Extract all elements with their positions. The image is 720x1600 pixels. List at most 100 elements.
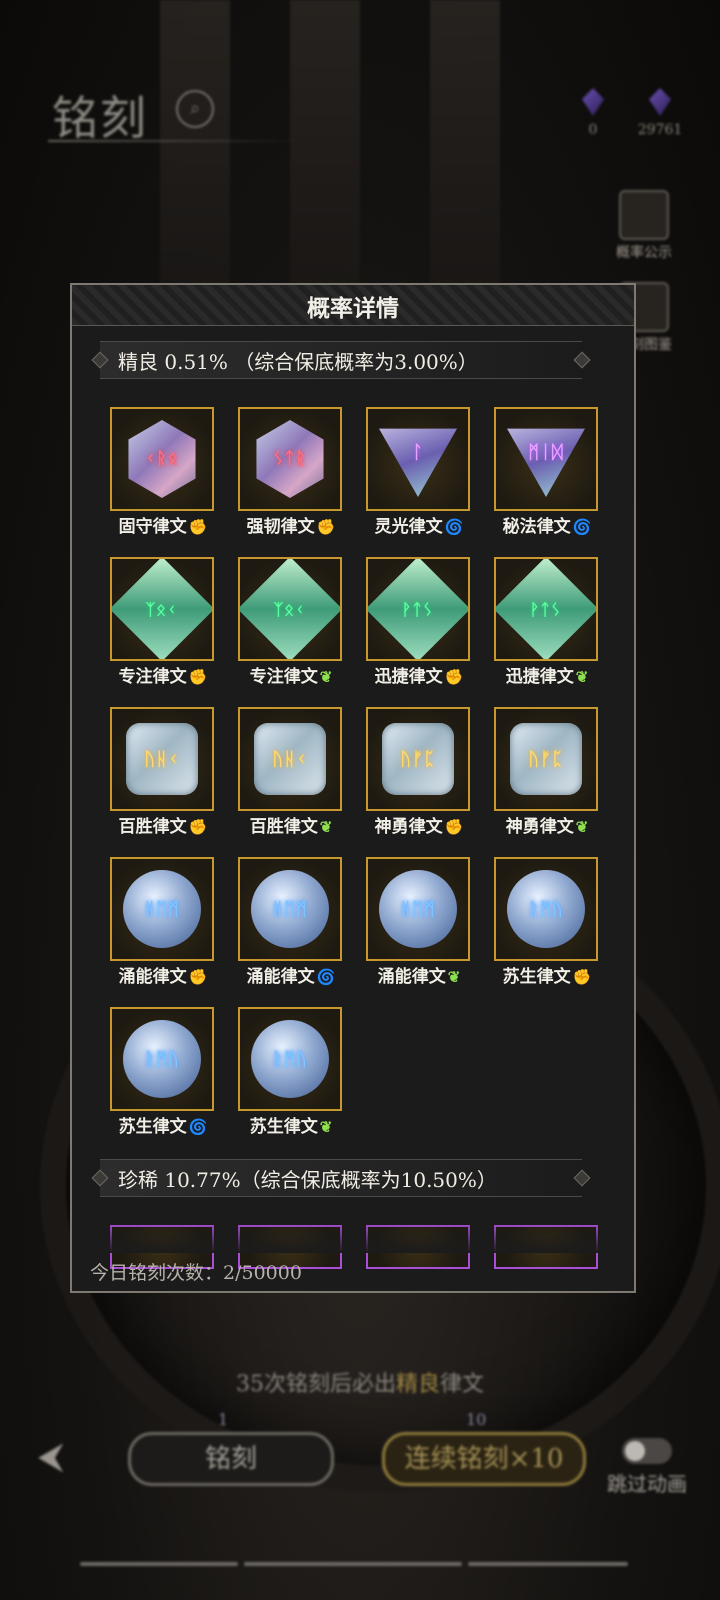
rune-glyph: ᚹᛏᛊ [402,599,434,619]
modal-header: 概率详情 [72,285,634,326]
rune-item[interactable]: ᛉᛟᚲ 专注律文 ✊ [109,557,217,687]
feather-icon: ❦ [575,818,589,836]
currency-value: 0 [588,122,598,138]
rune-glyph: ᚱᛗᚢ [272,1048,308,1070]
fist-icon: ✊ [188,818,208,836]
fist-icon: ✊ [188,668,208,686]
section-rare-banner: 珍稀 10.77%（综合保底概率为10.50%） [100,1159,582,1197]
currency-blue: 29761 [632,88,688,138]
rune-gem-icon: ᚱᛗᚢ [251,1020,329,1098]
section-fine-banner: 精良 0.51% （综合保底概率为3.00%） [100,341,582,379]
rune-item[interactable]: ᛉᛟᚲ 专注律文 ❦ [237,557,345,687]
rune-frame: ᚹᛏᛊ [494,557,598,661]
rune-label: 秘法律文 🌀 [489,512,605,537]
rune-frame: ᚢᚠᛈ [494,707,598,811]
section-rare-label: 珍稀 10.77%（综合保底概率为10.50%） [118,1168,497,1192]
rune-item[interactable]: ᚢᚠᛈ 神勇律文 ❦ [493,707,601,837]
rune-name: 专注律文 [249,667,318,687]
feather-icon: ❦ [447,968,461,986]
rune-item[interactable]: ᚱᛗᚢ 苏生律文 ❦ [237,1007,345,1137]
fist-icon: ✊ [444,818,464,836]
rune-glyph: ᚱᛗᚢ [528,898,564,920]
inscribe-10-button[interactable]: 连续铭刻×10 [382,1432,586,1486]
rune-glyph: ᛉᛟᚲ [274,599,306,619]
pity-hint-prefix: 35次铭刻后必出 [235,1372,396,1397]
rune-gem-icon: ᚹᛏᛊ [368,559,468,659]
probability-button[interactable]: 概率公示 [606,190,682,262]
feather-icon: ❦ [319,818,333,836]
back-arrow-icon[interactable]: ⮜ [38,1436,64,1478]
rune-name: 神勇律文 [505,817,574,837]
rune-gem-icon: ᛉᛟᚲ [240,559,340,659]
rune-gem-icon: ᚱᛗᚢ [123,1020,201,1098]
rune-glyph: ᚻᛖᛗ [400,898,436,920]
daily-inscribe-count: 今日铭刻次数：2/50000 [90,1262,302,1284]
rune-item[interactable]: ᚻᛖᛗ 涌能律文 ❦ [365,857,473,987]
skip-animation-toggle[interactable] [622,1438,672,1464]
rune-item[interactable]: ᛗᛁᛞ 秘法律文 🌀 [493,407,601,537]
rune-label: 苏生律文 ❦ [233,1112,349,1137]
rune-label: 百胜律文 ✊ [105,812,221,837]
probability-modal: 概率详情 精良 0.51% （综合保底概率为3.00%） ᚲᚱᛟ 固守律文 ✊ ᛊᛏᚱ… [70,283,636,1293]
rune-frame: ᚱᛗᚢ [238,1007,342,1111]
probability-icon [619,190,669,240]
rune-item[interactable]: ᚲᚱᛟ 固守律文 ✊ [109,407,217,537]
rune-item[interactable]: ᚱᛗᚢ 苏生律文 ✊ [493,857,601,987]
rune-item[interactable]: ᚻᛖᛗ 涌能律文 ✊ [109,857,217,987]
rune-name: 涌能律文 [377,967,446,987]
single-cost: 1 [218,1410,229,1429]
rune-gem-icon: ᚲᚱᛟ [128,420,196,498]
rune-glyph: ᚢᚺᚲ [272,748,308,770]
rune-item[interactable]: ᚢᚺᚲ 百胜律文 ❦ [237,707,345,837]
rune-gem-icon: ᚢᚠᛈ [510,723,582,795]
rune-label: 灵光律文 🌀 [361,512,477,537]
nav-indicator [0,1562,720,1566]
rune-name: 秘法律文 [502,517,571,537]
swirl-icon: 🌀 [444,518,464,536]
rune-glyph: ᚢᚠᛈ [528,748,564,770]
rune-gem-icon: ᚻᛖᛗ [123,870,201,948]
rune-item[interactable]: ᚹᛏᛊ 迅捷律文 ❦ [493,557,601,687]
rune-item[interactable]: ᚢᚺᚲ 百胜律文 ✊ [109,707,217,837]
rune-item[interactable]: ᚹᛏᛊ 迅捷律文 ✊ [365,557,473,687]
rune-glyph: ᛚ [412,441,424,463]
rune-glyph: ᚢᚠᛈ [400,748,436,770]
pity-hint-highlight: 精良 [395,1372,440,1397]
rune-frame: ᚹᛏᛊ [366,557,470,661]
inscribe-button[interactable]: 铭刻 [128,1432,334,1486]
rune-item[interactable]: ᛚ 灵光律文 🌀 [365,407,473,537]
rune-gem-icon: ᛉᛟᚲ [112,559,212,659]
swirl-icon: 🌀 [572,518,592,536]
curtain-decoration [160,0,230,330]
rune-item[interactable]: ᚱᛗᚢ 苏生律文 🌀 [109,1007,217,1137]
page-title: 铭刻 [52,91,148,145]
rune-gem-icon: ᛚ [379,428,457,497]
currency-purple: 0 [578,88,608,138]
rune-name: 苏生律文 [502,967,571,987]
rune-name: 苏生律文 [249,1117,318,1137]
rune-gem-icon: ᚻᛖᛗ [251,870,329,948]
rune-item[interactable]: ᚻᛖᛗ 涌能律文 🌀 [237,857,345,987]
rune-item[interactable]: ᚢᚠᛈ 神勇律文 ✊ [365,707,473,837]
rune-name: 灵光律文 [374,517,443,537]
rune-label: 涌能律文 🌀 [233,962,349,987]
rune-frame: ᚢᚺᚲ [110,707,214,811]
fist-icon: ✊ [572,968,592,986]
rune-label: 神勇律文 ❦ [489,812,605,837]
purple-gem-icon [582,88,604,116]
rune-gem-icon: ᚱᛗᚢ [507,870,585,948]
rune-item[interactable]: ᛊᛏᚱ 强韧律文 ✊ [237,407,345,537]
rune-glyph: ᚹᛏᛊ [530,599,562,619]
fist-icon: ✊ [444,668,464,686]
search-icon[interactable]: ⌕ [176,90,214,128]
probability-label: 概率公示 [616,245,672,261]
rune-label: 百胜律文 ❦ [233,812,349,837]
list-fade [72,1223,634,1253]
fist-icon: ✊ [188,968,208,986]
pity-hint-suffix: 律文 [440,1372,485,1397]
rune-gem-icon: ᚢᚠᛈ [382,723,454,795]
rune-label: 涌能律文 ✊ [105,962,221,987]
rune-label: 苏生律文 🌀 [105,1112,221,1137]
rune-name: 百胜律文 [249,817,318,837]
feather-icon: ❦ [319,668,333,686]
